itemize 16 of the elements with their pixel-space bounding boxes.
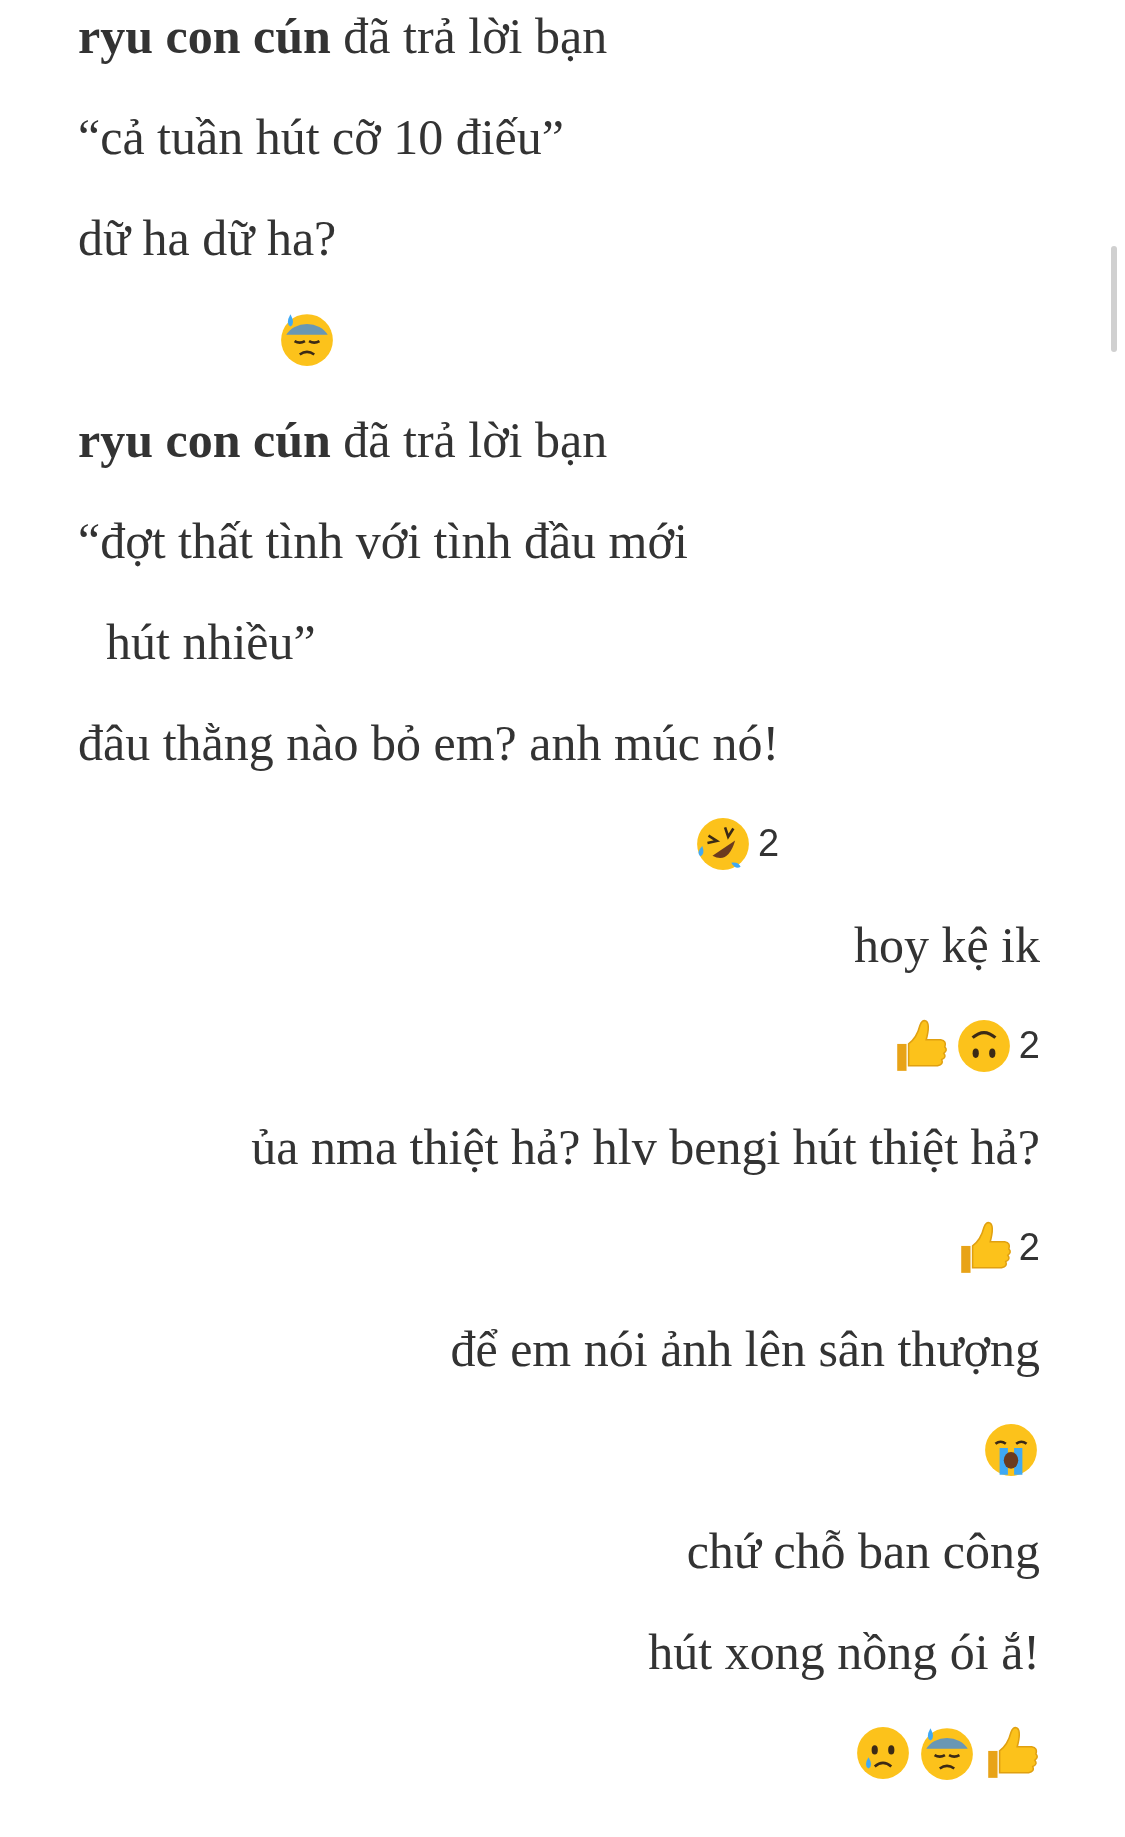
- message-text: để em nói ảnh lên sân thượng: [450, 1319, 1040, 1378]
- quoted-message: “cả tuần hút cỡ 10 điếu”: [78, 107, 564, 166]
- message-text: dữ ha dữ ha?: [78, 208, 337, 267]
- message-text: chứ chỗ ban công: [686, 1521, 1040, 1580]
- reaction-count: 2: [1018, 1226, 1040, 1269]
- quoted-message: hút nhiều”: [106, 612, 316, 671]
- message-text: ủa nma thiệt hả? hlv bengi hút thiệt hả?: [251, 1117, 1040, 1176]
- message-text: hoy kệ ik: [853, 915, 1040, 974]
- reaction-count: 2: [758, 822, 780, 865]
- scrollbar[interactable]: [1111, 246, 1117, 352]
- message-text: hút xong nồng ói ắ!: [648, 1622, 1040, 1681]
- reaction-count: 2: [1018, 1024, 1040, 1067]
- quoted-message: “đợt thất tình với tình đầu mới: [78, 511, 688, 570]
- message-text: đâu thằng nào bỏ em? anh múc nó!: [78, 713, 780, 772]
- reply-header: ryu con cún đã trả lời bạn: [78, 410, 608, 469]
- reply-header: ryu con cún đã trả lời bạn: [78, 6, 608, 65]
